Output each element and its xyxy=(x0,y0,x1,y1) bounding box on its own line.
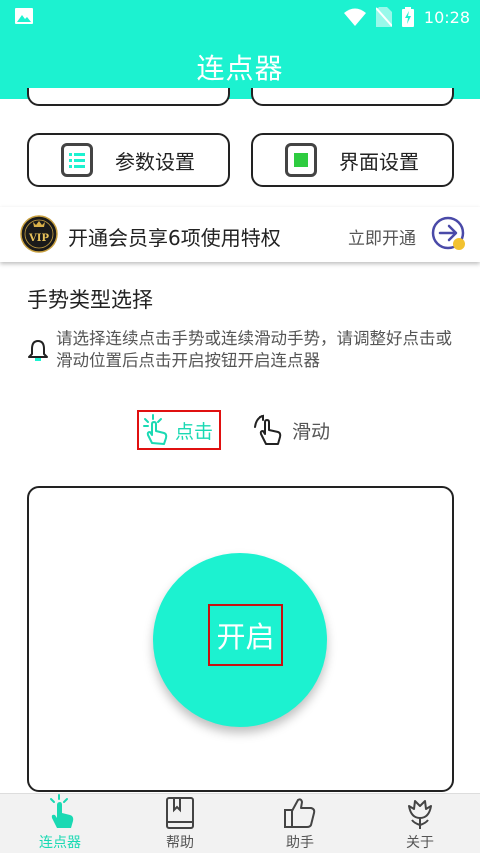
nav-item-help[interactable]: 帮助 xyxy=(120,794,240,853)
params-settings-button[interactable]: 参数设置 xyxy=(27,133,230,187)
status-bar: 10:28 xyxy=(0,0,480,34)
nav-item-clicker[interactable]: 连点器 xyxy=(0,794,120,853)
start-button-label[interactable]: 开启 xyxy=(208,604,283,666)
square-icon xyxy=(285,143,317,177)
vip-promo-text: 开通会员享6项使用特权 xyxy=(68,226,281,250)
thumbs-up-icon xyxy=(284,798,316,828)
no-sim-icon xyxy=(375,7,392,27)
vip-promo-bar[interactable]: VIP 开通会员享6项使用特权 立即开通 xyxy=(0,207,480,262)
partial-button-right[interactable] xyxy=(251,88,454,106)
tab-swipe-gesture[interactable]: 滑动 xyxy=(252,410,330,450)
nav-label-clicker: 连点器 xyxy=(39,835,81,851)
status-time: 10:28 xyxy=(423,7,470,27)
nav-item-assistant[interactable]: 助手 xyxy=(240,794,360,853)
tab-click-gesture[interactable]: 点击 xyxy=(137,410,221,450)
vip-badge-icon: VIP xyxy=(20,215,58,253)
partial-button-left[interactable] xyxy=(27,88,230,106)
nav-label-assistant: 助手 xyxy=(286,835,314,851)
bottom-nav: 连点器 帮助 助手 关于 xyxy=(0,793,480,853)
start-label-text: 开启 xyxy=(216,620,275,654)
battery-charging-icon xyxy=(401,7,414,27)
book-icon xyxy=(166,797,194,829)
tab-swipe-label: 滑动 xyxy=(292,420,331,443)
ui-settings-label: 界面设置 xyxy=(339,149,419,174)
svg-text:VIP: VIP xyxy=(28,233,49,244)
page-title: 连点器 xyxy=(196,51,284,85)
list-icon xyxy=(61,143,93,177)
swipe-hand-icon xyxy=(254,414,282,445)
gesture-type-title: 手势类型选择 xyxy=(27,288,153,312)
gesture-hint-text: 请选择连续点击手势或连续滑动手势，请调整好点击或滑动位置后点击开启按钮开启连点器 xyxy=(56,329,452,370)
bell-icon xyxy=(28,340,48,361)
image-notification-icon xyxy=(15,8,33,24)
tab-click-label: 点击 xyxy=(175,420,214,443)
nav-item-about[interactable]: 关于 xyxy=(360,794,480,853)
arrow-right-circle-icon[interactable] xyxy=(431,216,467,252)
vip-open-link[interactable]: 立即开通 xyxy=(348,224,416,249)
tap-hand-icon xyxy=(50,794,74,828)
nav-label-help: 帮助 xyxy=(166,835,194,851)
nav-label-about: 关于 xyxy=(406,835,434,851)
params-settings-label: 参数设置 xyxy=(115,149,195,174)
ui-settings-button[interactable]: 界面设置 xyxy=(251,133,454,187)
flower-icon xyxy=(408,800,432,829)
wifi-icon xyxy=(343,8,366,26)
tap-hand-icon xyxy=(143,414,168,445)
